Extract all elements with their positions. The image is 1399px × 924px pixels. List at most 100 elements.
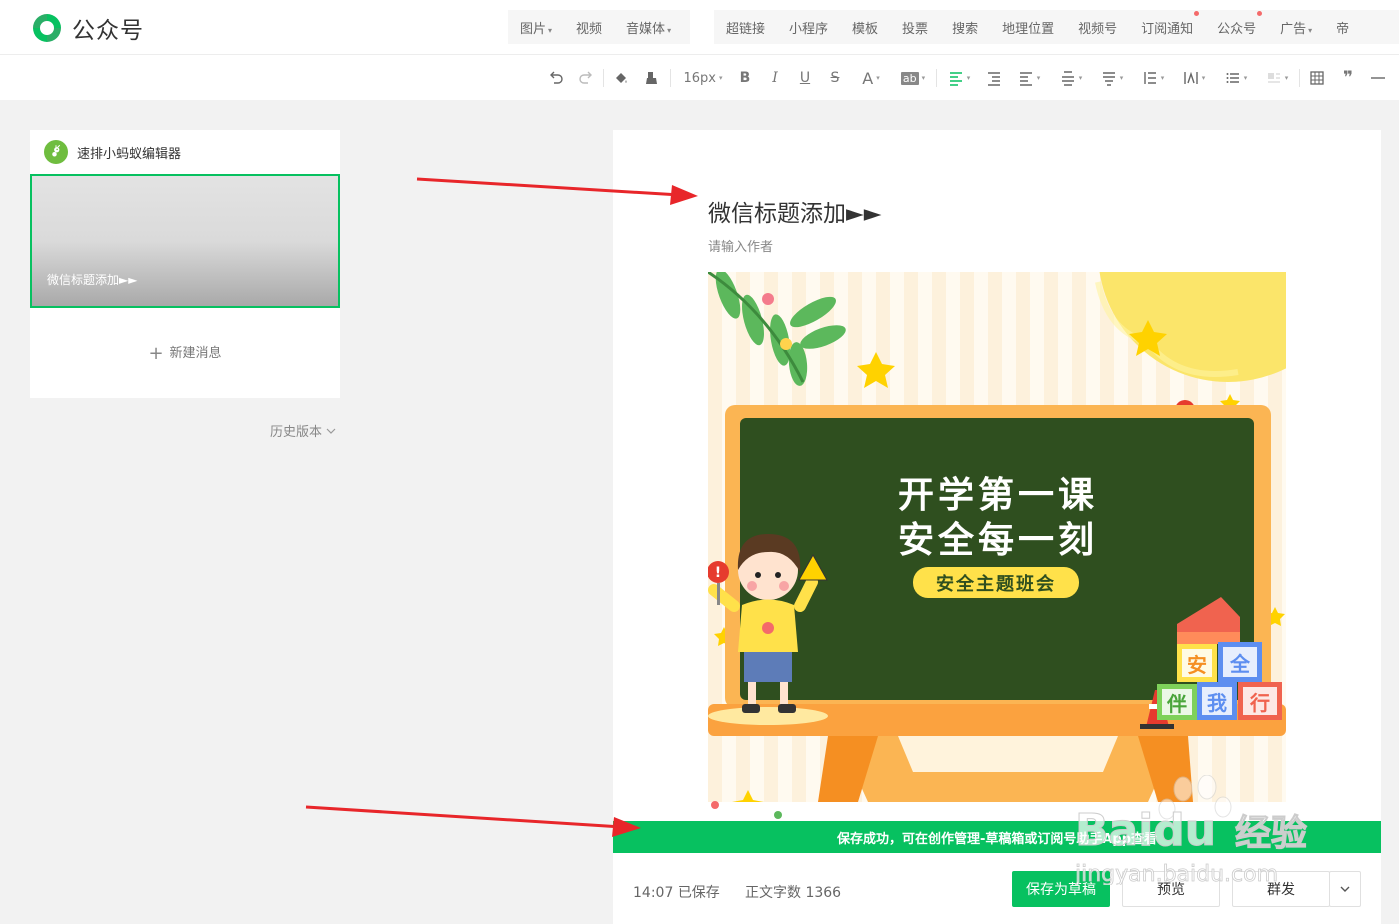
italic-button[interactable]: I (766, 67, 784, 89)
redo-button[interactable] (576, 67, 596, 89)
new-dot (1194, 10, 1200, 16)
chevron-down-icon: ▾ (1243, 74, 1248, 82)
insert-subscribe-notice-button[interactable]: 订阅通知 (1129, 10, 1205, 37)
insert-location-button[interactable]: 地理位置 (990, 18, 1066, 37)
undo-button[interactable] (546, 67, 566, 89)
paint-bucket-icon (616, 73, 627, 83)
save-time: 14:07 (633, 885, 674, 901)
wechat-mp-logo[interactable]: 公众号 (30, 11, 144, 45)
toolbar-divider (1299, 69, 1300, 87)
toolbar-divider (936, 69, 937, 87)
chevron-down-icon: ▾ (1201, 74, 1206, 82)
insert-ad-menu[interactable]: 广告 ▾ (1268, 18, 1324, 37)
block-char-3: 伴 (1166, 692, 1187, 716)
indent-button[interactable] (984, 67, 1004, 89)
top-bar: 公众号 图片 ▾ 视频 音媒体 ▾ 超链接 小程序 模板 投票 搜索 地理位置 视频… (0, 0, 1399, 54)
spacing-top-icon (1061, 71, 1074, 86)
eraser-icon (646, 72, 657, 84)
chevron-down-icon: ▾ (1119, 74, 1124, 82)
paragraph-after-button[interactable]: ▾ (1097, 67, 1127, 89)
block-char-2: 全 (1229, 652, 1251, 676)
editor-panel: 微信标题添加►► 请输入作者 开学第一课 安全每一刻 安全主题班会 ! 安 全 … (613, 130, 1381, 924)
bold-button[interactable]: B (736, 67, 754, 89)
chevron-down-icon (326, 428, 336, 434)
letter-spacing-button[interactable]: ▾ (1179, 67, 1209, 89)
account-name: 速排小蚂蚁编辑器 (77, 146, 182, 162)
svg-text:!: ! (715, 565, 721, 581)
line-height-icon (1144, 72, 1156, 84)
hero-line-1: 开学第一课 (898, 474, 1098, 516)
indent-icon (988, 72, 1000, 86)
chevron-down-icon: ▾ (1078, 74, 1083, 82)
font-size-select[interactable]: 16px ▾ (680, 67, 726, 89)
table-icon (1310, 71, 1324, 85)
insert-template-button[interactable]: 模板 (840, 18, 890, 37)
insert-vote-button[interactable]: 投票 (890, 18, 940, 37)
insert-channels-button[interactable]: 视频号 (1066, 18, 1129, 37)
insert-hyperlink-button[interactable]: 超链接 (714, 18, 777, 37)
insert-table-button[interactable] (1307, 67, 1327, 89)
block-char-1: 安 (1187, 653, 1207, 677)
float-icon (1267, 73, 1280, 83)
ant-icon (52, 144, 61, 157)
quote-button[interactable]: ❞ (1338, 67, 1358, 89)
history-version-button[interactable]: 历史版本 (270, 421, 336, 440)
quote-icon: ❞ (1343, 68, 1353, 88)
insert-more-button[interactable]: 帝 (1324, 18, 1361, 37)
message-card-title: 微信标题添加►► (47, 273, 138, 287)
new-message-button[interactable]: + 新建消息 (30, 342, 340, 364)
chevron-down-icon: ▾ (548, 25, 553, 35)
insert-search-button[interactable]: 搜索 (940, 18, 990, 37)
insert-image-menu[interactable]: 图片 ▾ (508, 18, 564, 37)
preview-button[interactable]: 预览 (1122, 871, 1220, 907)
undo-icon (550, 71, 563, 84)
list-icon (1226, 73, 1239, 83)
font-color-button[interactable]: A ▾ (856, 67, 886, 89)
chevron-down-icon (1340, 886, 1350, 892)
message-list-panel: 速排小蚂蚁编辑器 微信标题添加►► + 新建消息 (30, 130, 340, 398)
chevron-down-icon: ▾ (921, 74, 926, 82)
publish-button[interactable]: 群发 (1232, 871, 1330, 907)
toolbar-divider (603, 69, 604, 87)
divider-line-button[interactable] (1368, 67, 1388, 89)
float-button[interactable]: ▾ (1262, 67, 1292, 89)
insert-account-card-button[interactable]: 公众号 (1205, 10, 1268, 37)
chevron-down-icon: ▾ (1284, 74, 1289, 82)
message-card-selected[interactable]: 微信标题添加►► (30, 174, 340, 308)
toolbar-divider (670, 69, 671, 87)
publish-options-button[interactable] (1329, 871, 1361, 907)
logo-icon (33, 14, 61, 42)
arrow-to-notice (305, 805, 641, 837)
underline-button[interactable]: U (796, 67, 814, 89)
block-char-5: 行 (1249, 691, 1270, 715)
insert-audio-menu[interactable]: 音媒体 ▾ (614, 18, 683, 37)
insert-video-button[interactable]: 视频 (564, 18, 614, 37)
format-painter-button[interactable] (611, 67, 631, 89)
author-input[interactable]: 请输入作者 (708, 236, 773, 255)
word-count-value: 1366 (805, 885, 842, 901)
article-title-input[interactable]: 微信标题添加►► (708, 194, 881, 228)
account-info: 速排小蚂蚁编辑器 (44, 140, 181, 164)
save-draft-button[interactable]: 保存为草稿 (1012, 871, 1110, 907)
background-color-button[interactable]: ab ▾ (896, 67, 930, 89)
chevron-down-icon: ▾ (1308, 25, 1313, 35)
clear-format-button[interactable] (642, 67, 662, 89)
spacing-bottom-icon (1102, 72, 1115, 86)
back-to-school-illustration: 开学第一课 安全每一刻 安全主题班会 ! 安 全 伴 我 行 (708, 272, 1286, 820)
outdent-button[interactable]: ▾ (1014, 67, 1044, 89)
hero-badge: 安全主题班会 (936, 573, 1056, 595)
word-count: 正文字数 1366 (745, 885, 842, 901)
save-status: 14:07 已保存 (633, 882, 720, 902)
line-height-button[interactable]: ▾ (1138, 67, 1168, 89)
insert-extra-group: 超链接 小程序 模板 投票 搜索 地理位置 视频号 订阅通知 公众号 广告 ▾ 帝 (714, 10, 1399, 44)
paragraph-spacing-button[interactable]: ▾ (1056, 67, 1086, 89)
horizontal-rule-icon (1371, 77, 1385, 79)
insert-miniprogram-button[interactable]: 小程序 (777, 18, 840, 37)
list-button[interactable]: ▾ (1221, 67, 1251, 89)
account-avatar (44, 140, 68, 164)
redo-icon (579, 71, 592, 84)
chevron-down-icon: ▾ (667, 25, 672, 35)
align-left-button[interactable]: ▾ (944, 67, 974, 89)
strikethrough-button[interactable]: S (826, 67, 844, 89)
save-success-notice: 保存成功，可在创作管理-草稿箱或订阅号助手App查看 (613, 821, 1381, 853)
